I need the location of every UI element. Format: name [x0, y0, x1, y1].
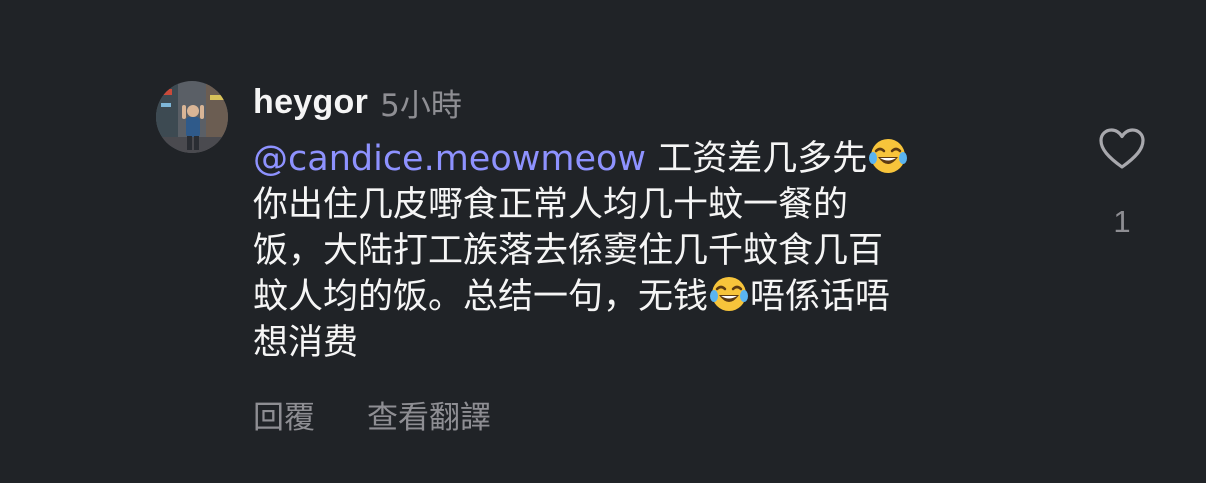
heart-outline-icon	[1099, 128, 1145, 169]
comment-header: heygor 5小時	[253, 79, 462, 125]
comment-line-5: 想消费	[253, 323, 359, 363]
comment-line-2: 你出住几皮嘢食正常人均几十蚊一餐的	[253, 185, 849, 225]
like-button[interactable]	[1097, 127, 1147, 175]
username[interactable]: heygor	[253, 83, 368, 122]
comment: heygor 5小時 @candice.meowmeow 工资差几多先 你出住几…	[0, 0, 1206, 483]
see-translation-button[interactable]: 查看翻譯	[367, 392, 491, 437]
comment-line-4: 蚊人均的饭。总结一句，无钱 唔係话唔	[253, 274, 1023, 320]
reply-button[interactable]: 回覆	[253, 392, 315, 437]
avatar[interactable]	[156, 81, 228, 153]
comment-line-3: 饭，大陆打工族落去係窦住几千蚊食几百	[253, 231, 884, 271]
comment-text: 蚊人均的饭。总结一句，无钱	[253, 277, 709, 317]
user-mention[interactable]: @candice.meowmeow	[253, 139, 646, 179]
laughing-emoji-icon	[869, 139, 908, 173]
avatar-photo	[156, 81, 228, 153]
comment-line-1: @candice.meowmeow 工资差几多先	[253, 136, 1023, 182]
comment-body: @candice.meowmeow 工资差几多先 你出住几皮嘢食正常人均几十蚊一…	[253, 136, 1023, 366]
comment-text: 工资差几多先	[646, 139, 868, 179]
comment-text: 唔係话唔	[750, 277, 891, 317]
like-count: 1	[1113, 204, 1131, 239]
laughing-emoji-icon	[710, 277, 749, 311]
timestamp: 5小時	[380, 87, 462, 124]
comment-actions: 回覆 查看翻譯	[253, 392, 491, 437]
